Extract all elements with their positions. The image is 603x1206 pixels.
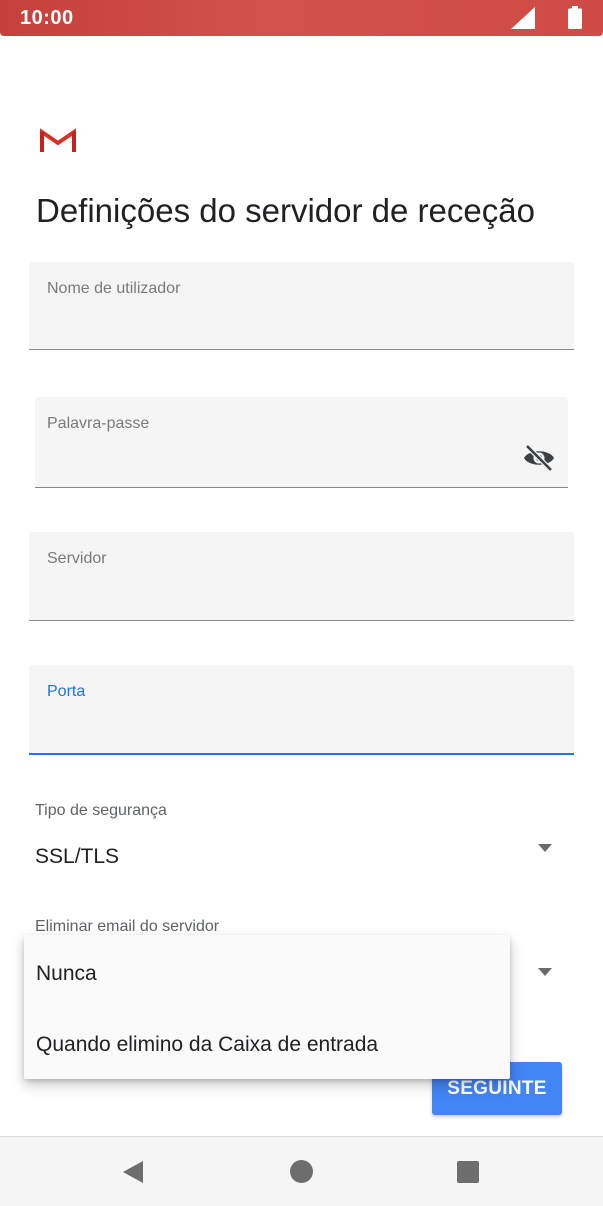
back-icon[interactable] <box>121 1160 145 1184</box>
battery-icon <box>568 6 582 29</box>
eye-off-icon[interactable] <box>522 443 556 473</box>
status-time: 10:00 <box>20 7 74 29</box>
port-label: Porta <box>47 683 86 700</box>
home-icon[interactable] <box>290 1160 313 1183</box>
username-label: Nome de utilizador <box>47 280 181 297</box>
server-label: Servidor <box>47 550 107 567</box>
security-type-label: Tipo de segurança <box>35 802 167 819</box>
username-input[interactable] <box>47 306 514 340</box>
delete-email-menu: Nunca Quando elimino da Caixa de entrada <box>24 935 510 1079</box>
status-bar: 10:00 <box>0 0 603 36</box>
recents-icon[interactable] <box>457 1161 479 1183</box>
page-title: Definições do servidor de receção <box>36 192 535 229</box>
menu-item-when-deleted-from-inbox[interactable]: Quando elimino da Caixa de entrada <box>36 1033 378 1057</box>
signal-icon <box>511 7 535 29</box>
navigation-bar <box>0 1136 603 1206</box>
password-label: Palavra-passe <box>47 415 150 432</box>
security-type-value[interactable]: SSL/TLS <box>35 845 119 869</box>
server-input[interactable] <box>47 576 514 610</box>
delete-email-label: Eliminar email do servidor <box>35 918 220 935</box>
port-field[interactable]: Porta <box>29 665 574 755</box>
chevron-down-icon[interactable] <box>538 968 552 976</box>
menu-item-never[interactable]: Nunca <box>36 962 97 986</box>
username-field[interactable]: Nome de utilizador <box>29 262 574 350</box>
port-input[interactable] <box>47 709 514 743</box>
server-field[interactable]: Servidor <box>29 532 574 621</box>
password-field[interactable]: Palavra-passe <box>35 397 568 488</box>
gmail-logo <box>40 128 76 152</box>
password-input[interactable] <box>47 441 508 475</box>
chevron-down-icon[interactable] <box>538 844 552 852</box>
